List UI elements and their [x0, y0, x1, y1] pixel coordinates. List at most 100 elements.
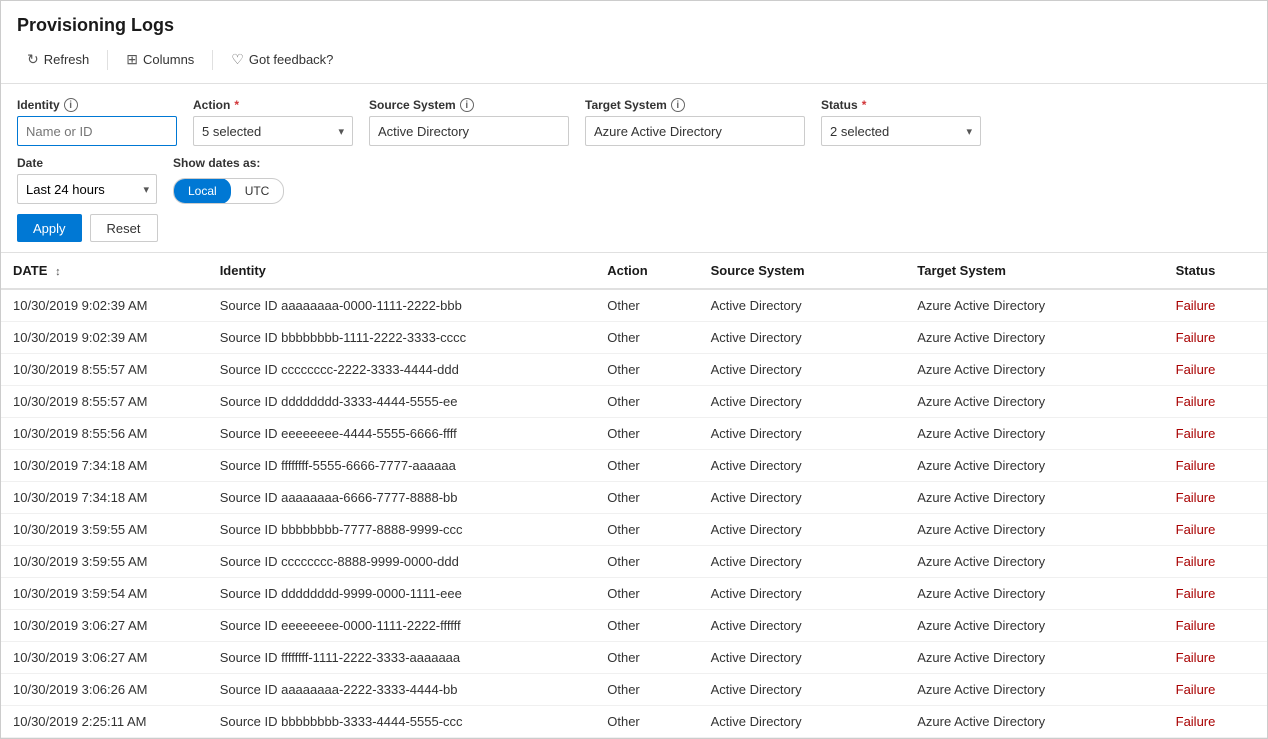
cell-source-system: Active Directory: [699, 322, 906, 354]
table-head: DATE ↕ Identity Action Source System Tar…: [1, 253, 1267, 289]
table-row[interactable]: 10/30/2019 3:06:26 AM Source ID aaaaaaaa…: [1, 674, 1267, 706]
feedback-label: Got feedback?: [249, 52, 334, 67]
cell-date: 10/30/2019 8:55:57 AM: [1, 386, 208, 418]
cell-source-system: Active Directory: [699, 289, 906, 322]
cell-target-system: Azure Active Directory: [905, 289, 1163, 322]
toolbar-divider-2: [212, 50, 213, 70]
cell-target-system: Azure Active Directory: [905, 610, 1163, 642]
table-row[interactable]: 10/30/2019 7:34:18 AM Source ID aaaaaaaa…: [1, 482, 1267, 514]
table-row[interactable]: 10/30/2019 3:06:27 AM Source ID ffffffff…: [1, 642, 1267, 674]
toggle-group: Local UTC: [173, 178, 284, 204]
toggle-local-button[interactable]: Local: [174, 178, 231, 204]
cell-source-system: Active Directory: [699, 610, 906, 642]
toggle-utc-button[interactable]: UTC: [231, 178, 284, 204]
action-select[interactable]: 5 selected ▾: [193, 116, 353, 146]
cell-identity: Source ID aaaaaaaa-2222-3333-4444-bb: [208, 674, 596, 706]
cell-date: 10/30/2019 3:59:55 AM: [1, 514, 208, 546]
identity-input[interactable]: [17, 116, 177, 146]
cell-identity: Source ID bbbbbbbb-3333-4444-5555-ccc: [208, 706, 596, 738]
col-header-source: Source System: [699, 253, 906, 289]
cell-action: Other: [595, 610, 698, 642]
refresh-button[interactable]: ↻ Refresh: [17, 46, 99, 73]
cell-source-system: Active Directory: [699, 578, 906, 610]
status-required-star: *: [862, 98, 867, 112]
date-sort-icon: ↕: [55, 266, 61, 278]
cell-identity: Source ID aaaaaaaa-0000-1111-2222-bbb: [208, 289, 596, 322]
table-row[interactable]: 10/30/2019 2:25:11 AM Source ID bbbbbbbb…: [1, 706, 1267, 738]
cell-action: Other: [595, 450, 698, 482]
cell-source-system: Active Directory: [699, 418, 906, 450]
table-row[interactable]: 10/30/2019 3:59:54 AM Source ID dddddddd…: [1, 578, 1267, 610]
col-header-status: Status: [1164, 253, 1267, 289]
target-system-input: Azure Active Directory: [585, 116, 805, 146]
cell-status: Failure: [1164, 642, 1267, 674]
cell-identity: Source ID eeeeeeee-4444-5555-6666-ffff: [208, 418, 596, 450]
cell-source-system: Active Directory: [699, 642, 906, 674]
cell-action: Other: [595, 642, 698, 674]
table-row[interactable]: 10/30/2019 7:34:18 AM Source ID ffffffff…: [1, 450, 1267, 482]
date-select[interactable]: Last 24 hours Last 7 days Last 30 days C…: [17, 174, 157, 204]
cell-status: Failure: [1164, 514, 1267, 546]
feedback-button[interactable]: ♡ Got feedback?: [221, 46, 343, 73]
table-section: DATE ↕ Identity Action Source System Tar…: [1, 253, 1267, 738]
col-header-identity: Identity: [208, 253, 596, 289]
cell-target-system: Azure Active Directory: [905, 482, 1163, 514]
target-system-label: Target System i: [585, 98, 805, 112]
reset-button[interactable]: Reset: [90, 214, 158, 242]
table-row[interactable]: 10/30/2019 3:59:55 AM Source ID cccccccc…: [1, 546, 1267, 578]
toolbar: ↻ Refresh ⊞ Columns ♡ Got feedback?: [17, 46, 1251, 73]
cell-target-system: Azure Active Directory: [905, 706, 1163, 738]
col-header-date[interactable]: DATE ↕: [1, 253, 208, 289]
cell-target-system: Azure Active Directory: [905, 354, 1163, 386]
action-label: Action *: [193, 98, 353, 112]
page-header: Provisioning Logs ↻ Refresh ⊞ Columns ♡ …: [1, 1, 1267, 84]
table-row[interactable]: 10/30/2019 3:06:27 AM Source ID eeeeeeee…: [1, 610, 1267, 642]
identity-label: Identity i: [17, 98, 177, 112]
table-row[interactable]: 10/30/2019 8:55:57 AM Source ID cccccccc…: [1, 354, 1267, 386]
cell-identity: Source ID bbbbbbbb-1111-2222-3333-cccc: [208, 322, 596, 354]
table-row[interactable]: 10/30/2019 9:02:39 AM Source ID aaaaaaaa…: [1, 289, 1267, 322]
cell-status: Failure: [1164, 418, 1267, 450]
status-chevron-icon: ▾: [966, 125, 972, 138]
cell-target-system: Azure Active Directory: [905, 674, 1163, 706]
cell-identity: Source ID ffffffff-5555-6666-7777-aaaaaa: [208, 450, 596, 482]
action-filter-group: Action * 5 selected ▾: [193, 98, 353, 146]
cell-target-system: Azure Active Directory: [905, 450, 1163, 482]
identity-info-icon[interactable]: i: [64, 98, 78, 112]
source-system-filter-group: Source System i Active Directory: [369, 98, 569, 146]
cell-action: Other: [595, 706, 698, 738]
table-row[interactable]: 10/30/2019 8:55:57 AM Source ID dddddddd…: [1, 386, 1267, 418]
feedback-icon: ♡: [231, 51, 244, 68]
cell-date: 10/30/2019 2:25:11 AM: [1, 706, 208, 738]
columns-button[interactable]: ⊞ Columns: [116, 46, 204, 73]
cell-action: Other: [595, 289, 698, 322]
target-system-filter-group: Target System i Azure Active Directory: [585, 98, 805, 146]
source-system-info-icon[interactable]: i: [460, 98, 474, 112]
table-row[interactable]: 10/30/2019 3:59:55 AM Source ID bbbbbbbb…: [1, 514, 1267, 546]
cell-date: 10/30/2019 7:34:18 AM: [1, 482, 208, 514]
table-row[interactable]: 10/30/2019 9:02:39 AM Source ID bbbbbbbb…: [1, 322, 1267, 354]
target-system-info-icon[interactable]: i: [671, 98, 685, 112]
cell-identity: Source ID aaaaaaaa-6666-7777-8888-bb: [208, 482, 596, 514]
date-filter-group: Date Last 24 hours Last 7 days Last 30 d…: [17, 156, 157, 204]
refresh-label: Refresh: [44, 52, 90, 67]
cell-date: 10/30/2019 9:02:39 AM: [1, 322, 208, 354]
cell-date: 10/30/2019 3:06:27 AM: [1, 610, 208, 642]
cell-action: Other: [595, 322, 698, 354]
source-system-label: Source System i: [369, 98, 569, 112]
action-select-value: 5 selected: [202, 124, 261, 139]
table-body: 10/30/2019 9:02:39 AM Source ID aaaaaaaa…: [1, 289, 1267, 738]
table-row[interactable]: 10/30/2019 8:55:56 AM Source ID eeeeeeee…: [1, 418, 1267, 450]
cell-identity: Source ID dddddddd-9999-0000-1111-eee: [208, 578, 596, 610]
apply-button[interactable]: Apply: [17, 214, 82, 242]
cell-identity: Source ID dddddddd-3333-4444-5555-ee: [208, 386, 596, 418]
cell-target-system: Azure Active Directory: [905, 418, 1163, 450]
action-required-star: *: [234, 98, 239, 112]
cell-source-system: Active Directory: [699, 546, 906, 578]
refresh-icon: ↻: [27, 51, 39, 68]
actions-row: Apply Reset: [17, 214, 1251, 242]
cell-status: Failure: [1164, 289, 1267, 322]
status-select[interactable]: 2 selected ▾: [821, 116, 981, 146]
cell-target-system: Azure Active Directory: [905, 386, 1163, 418]
identity-filter-group: Identity i: [17, 98, 177, 146]
